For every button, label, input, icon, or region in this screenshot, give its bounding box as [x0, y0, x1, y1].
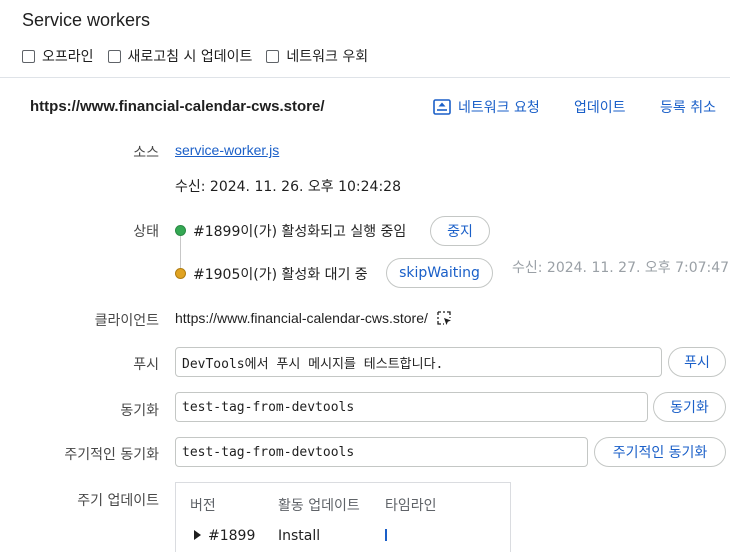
- active-status-text: #1899이(가) 활성화되고 실행 중임: [193, 224, 407, 240]
- offline-option[interactable]: 오프라인: [22, 46, 94, 66]
- timeline-bar: [385, 529, 387, 541]
- update-on-reload-checkbox[interactable]: [107, 49, 121, 63]
- update-cycle-label: 주기 업데이트: [77, 493, 159, 509]
- push-button[interactable]: 푸시: [668, 347, 726, 377]
- version-column-header: 버전: [190, 498, 216, 514]
- client-entry: https://www.financial-calendar-cws.store…: [175, 310, 452, 326]
- options-bar: 오프라인 새로고침 시 업데이트 네트워크 우회: [22, 46, 382, 66]
- sync-tag-input[interactable]: test-tag-from-devtools: [175, 392, 648, 422]
- clients-label: 클라이언트: [94, 313, 159, 329]
- activity-column-header: 활동 업데이트: [278, 498, 360, 514]
- bypass-network-option[interactable]: 네트워크 우회: [266, 46, 368, 66]
- periodic-sync-tag-input[interactable]: test-tag-from-devtools: [175, 437, 588, 467]
- source-label: 소스: [133, 145, 159, 161]
- unregister-button[interactable]: 등록 취소: [660, 97, 716, 117]
- source-file-link[interactable]: service-worker.js: [175, 142, 279, 158]
- periodic-sync-button[interactable]: 주기적인 동기화: [594, 437, 726, 467]
- row-version: #1899: [208, 528, 256, 544]
- network-requests-button[interactable]: 네트워크 요청: [433, 97, 540, 117]
- update-on-reload-option[interactable]: 새로고침 시 업데이트: [107, 46, 253, 66]
- timeline-column-header: 타임라인: [385, 498, 437, 514]
- update-on-reload-label: 새로고침 시 업데이트: [127, 49, 253, 65]
- sync-label: 동기화: [120, 403, 159, 419]
- push-label: 푸시: [133, 357, 159, 373]
- network-requests-label: 네트워크 요청: [458, 100, 540, 116]
- stop-button[interactable]: 중지: [430, 216, 490, 246]
- source-received-time: 수신: 2024. 11. 26. 오후 10:24:28: [175, 179, 401, 195]
- push-data-input[interactable]: DevTools에서 푸시 메시지를 테스트합니다.: [175, 347, 662, 377]
- status-connector: [180, 236, 181, 272]
- divider: [0, 77, 730, 78]
- focus-client-icon[interactable]: [436, 310, 452, 326]
- bypass-network-checkbox[interactable]: [266, 49, 280, 63]
- status-label: 상태: [133, 224, 159, 240]
- bypass-network-label: 네트워크 우회: [286, 49, 369, 65]
- waiting-status-dot: [175, 268, 186, 279]
- sync-button[interactable]: 동기화: [653, 392, 726, 422]
- registration-origin: https://www.financial-calendar-cws.store…: [30, 98, 325, 115]
- waiting-received-time: 수신: 2024. 11. 27. 오후 7:07:47: [512, 260, 730, 276]
- waiting-status-text: #1905이(가) 활성화 대기 중: [193, 267, 368, 283]
- periodic-sync-label: 주기적인 동기화: [64, 447, 159, 463]
- active-status-dot: [175, 225, 186, 236]
- expand-row-icon[interactable]: [194, 530, 201, 540]
- row-activity: Install: [278, 528, 321, 544]
- update-button[interactable]: 업데이트: [574, 97, 626, 117]
- network-icon: [433, 99, 451, 115]
- panel-title: Service workers: [22, 10, 151, 30]
- offline-checkbox[interactable]: [22, 49, 35, 63]
- skip-waiting-button[interactable]: skipWaiting: [386, 258, 493, 288]
- client-url: https://www.financial-calendar-cws.store…: [175, 310, 428, 326]
- offline-label: 오프라인: [42, 49, 94, 65]
